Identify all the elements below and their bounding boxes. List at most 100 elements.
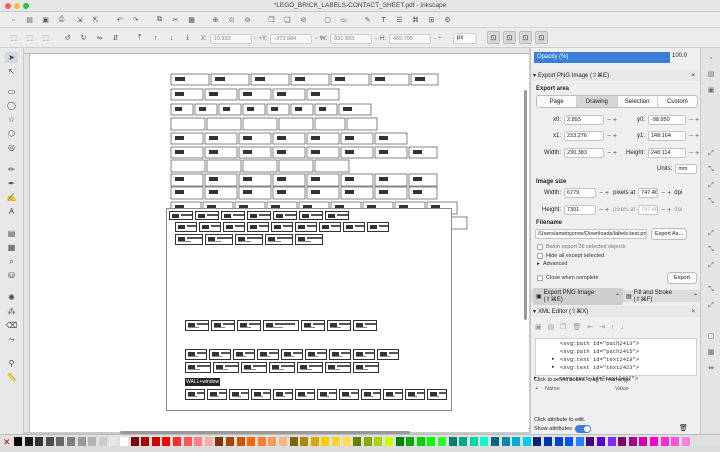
gradient-tool-icon[interactable]: ▤ xyxy=(5,228,18,239)
image-height-stepper-icon[interactable]: − + xyxy=(599,207,609,214)
lower-node-icon[interactable]: ↓ xyxy=(621,324,625,331)
dropper-tool-icon[interactable]: ⌕ xyxy=(5,256,18,267)
zoom-selection-icon[interactable]: ⊕ xyxy=(210,15,221,25)
rotate-ccw-icon[interactable]: ↺ xyxy=(62,33,73,43)
palette-swatch[interactable] xyxy=(554,437,563,446)
raise-node-icon[interactable]: ↑ xyxy=(611,324,615,331)
new-document-icon[interactable]: ▫ xyxy=(8,15,19,25)
align-distribute-icon[interactable]: ⊞ xyxy=(426,15,437,25)
palette-swatch[interactable] xyxy=(300,437,309,446)
palette-swatch[interactable] xyxy=(618,437,627,446)
selector-tool-icon[interactable]: ➤ xyxy=(5,52,18,63)
palette-swatch[interactable] xyxy=(141,437,150,446)
pen-tool-icon[interactable]: ✒ xyxy=(5,178,18,189)
xml-node[interactable]: <svg:text id="text2423"> xyxy=(560,364,639,371)
snap-paths-icon[interactable]: ⤢ xyxy=(705,228,717,240)
ungroup-icon[interactable]: ▭ xyxy=(338,15,349,25)
xml-close-icon[interactable]: × xyxy=(691,309,695,315)
palette-swatch[interactable] xyxy=(438,437,446,446)
palette-swatch[interactable] xyxy=(512,437,521,446)
tweak-tool-icon[interactable]: ✺ xyxy=(5,292,18,303)
palette-swatch[interactable] xyxy=(533,437,542,446)
expand-node-icon[interactable]: ▸ xyxy=(552,356,555,362)
filename-input[interactable]: /Users/amotsjonov/Downloads/labels-test.… xyxy=(535,229,647,239)
rectangle-tool-icon[interactable]: ▭ xyxy=(5,86,18,97)
w-input[interactable]: 831.933 xyxy=(330,33,373,44)
show-attributes-toggle[interactable] xyxy=(574,425,591,433)
open-file-icon[interactable]: ▤ xyxy=(24,15,35,25)
pencil-tool-icon[interactable]: ✏ xyxy=(5,164,18,175)
units-select[interactable]: mm xyxy=(675,164,698,174)
advanced-label[interactable]: Advanced xyxy=(543,261,567,267)
palette-swatch[interactable] xyxy=(289,437,298,446)
palette-swatch[interactable] xyxy=(607,437,616,446)
fill-stroke-icon[interactable]: ✎ xyxy=(362,15,373,25)
unlink-clone-icon[interactable]: ⊘ xyxy=(298,15,309,25)
y0-stepper-icon[interactable]: − + xyxy=(689,117,699,124)
indent-node-icon[interactable]: ⇥ xyxy=(599,323,605,331)
group-icon[interactable]: ▢ xyxy=(322,15,333,25)
opacity-value[interactable]: 100.0 xyxy=(672,53,687,59)
clone-icon[interactable]: ❏ xyxy=(282,15,293,25)
cut-icon[interactable]: ✂ xyxy=(170,15,181,25)
palette-swatch[interactable] xyxy=(650,437,658,446)
opacity-slider[interactable]: Opacity (%) xyxy=(534,52,670,63)
palette-swatch[interactable] xyxy=(183,437,192,446)
snap-guide-icon[interactable]: ⇹ xyxy=(705,362,717,374)
snap-smooth-icon[interactable]: ⤡ xyxy=(705,284,717,296)
image-height-input[interactable]: 7301 xyxy=(564,205,596,215)
redo-icon[interactable]: ↷ xyxy=(130,15,141,25)
palette-swatch[interactable] xyxy=(88,437,97,446)
palette-swatch[interactable] xyxy=(226,437,234,446)
palette-swatch[interactable] xyxy=(469,437,478,446)
palette-swatch[interactable] xyxy=(45,437,54,446)
xml-node[interactable]: <svg:path id="path2415"> xyxy=(560,348,639,355)
duplicate-node-icon[interactable]: ❐ xyxy=(560,323,566,331)
node-tool-icon[interactable]: ↖ xyxy=(5,66,18,77)
palette-swatch[interactable] xyxy=(628,437,637,446)
h-stepper-icon[interactable]: − + xyxy=(433,36,442,42)
snap-toggle-icon[interactable]: ⤢ xyxy=(705,148,717,160)
xml-node[interactable]: <svg:text id="text2419"> xyxy=(560,356,639,363)
x0-stepper-icon[interactable]: − + xyxy=(607,117,617,124)
palette-swatch[interactable] xyxy=(544,437,552,446)
palette-swatch[interactable] xyxy=(671,437,680,446)
snap-center-button[interactable]: ⊡ xyxy=(535,31,548,44)
calligraphy-tool-icon[interactable]: ✍ xyxy=(5,192,18,203)
text-font-icon[interactable]: T xyxy=(378,15,389,25)
new-element-node-icon[interactable]: ▣ xyxy=(535,323,542,331)
export-button[interactable]: Export xyxy=(667,272,697,284)
document-properties-icon[interactable]: ⚙ xyxy=(442,15,453,25)
palette-swatch[interactable] xyxy=(501,437,510,446)
dock-save-icon[interactable]: ▣ xyxy=(705,84,717,96)
tab-custom[interactable]: Custom xyxy=(657,96,697,107)
x1-input[interactable]: 233.276 xyxy=(564,131,604,141)
zoom-tool-icon[interactable]: ⚲ xyxy=(5,358,18,369)
palette-swatch[interactable] xyxy=(162,437,171,446)
palette-swatch[interactable] xyxy=(597,437,605,446)
dpi-input[interactable]: 747.40 xyxy=(638,188,659,198)
height-field[interactable]: H: 465.705 − + xyxy=(380,33,442,44)
palette-swatch[interactable] xyxy=(459,437,468,446)
palette-swatch[interactable] xyxy=(67,437,75,446)
dpi-stepper-icon[interactable]: − + xyxy=(661,190,671,197)
area-height-input[interactable]: 248.114 xyxy=(648,148,686,158)
snap-page-icon[interactable]: ▢ xyxy=(705,330,717,342)
width-field[interactable]: W: 831.933 − + xyxy=(320,33,383,44)
palette-swatch[interactable] xyxy=(14,437,22,446)
eraser-tool-icon[interactable]: ⌫ xyxy=(5,320,18,331)
collapse-icon[interactable]: ▾ xyxy=(533,72,536,79)
print-icon[interactable]: ⎙ xyxy=(56,15,67,25)
dock-tab-fill-menu-icon[interactable]: ⌃ xyxy=(693,293,698,300)
lower-bottom-icon[interactable]: ⤓ xyxy=(182,33,193,43)
palette-swatch[interactable] xyxy=(639,437,648,446)
x-input[interactable]: 10.933 xyxy=(209,33,252,44)
vertical-scrollbar[interactable] xyxy=(524,90,527,320)
batch-export-checkbox[interactable] xyxy=(537,244,543,250)
deselect-icon[interactable]: ⬚ xyxy=(40,33,51,43)
dock-open-icon[interactable]: ▤ xyxy=(705,68,717,80)
delete-node-icon[interactable]: 🗑 xyxy=(573,323,582,331)
star-tool-icon[interactable]: ☆ xyxy=(5,114,18,125)
advanced-expander-icon[interactable]: ▸ xyxy=(537,261,540,267)
raise-icon[interactable]: ↑ xyxy=(150,33,161,43)
